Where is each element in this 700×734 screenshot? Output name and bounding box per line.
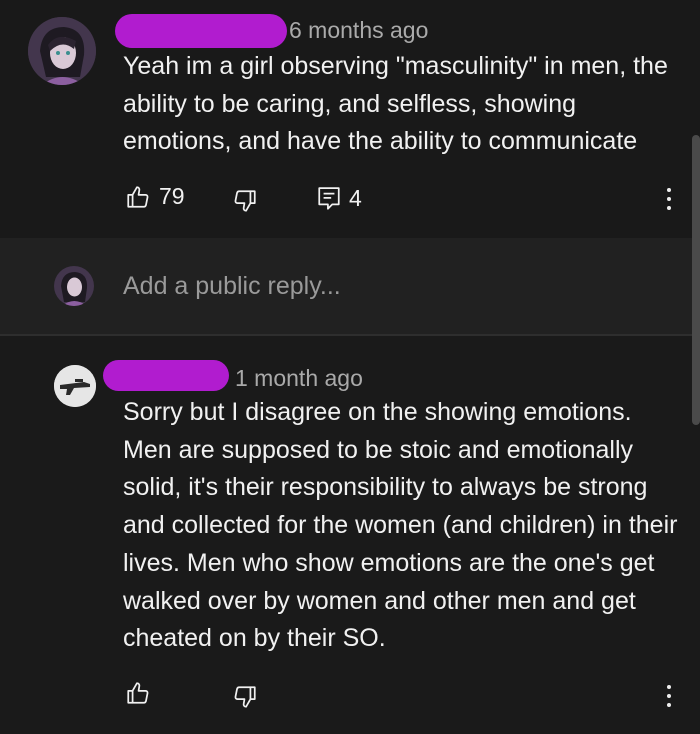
- thumbs-up-icon: [127, 185, 149, 208]
- more-options-button[interactable]: [664, 685, 674, 712]
- comment-timestamp: 1 month ago: [235, 365, 363, 391]
- scrollbar[interactable]: [692, 135, 700, 425]
- like-button[interactable]: [125, 680, 151, 706]
- comment-1: 6 months ago Yeah im a girl observing "m…: [0, 0, 700, 238]
- avatar[interactable]: [28, 17, 96, 85]
- thumbs-down-icon: [234, 190, 256, 212]
- reply-input[interactable]: Add a public reply...: [123, 272, 341, 301]
- comment-text: Yeah im a girl observing "masculinity" i…: [123, 52, 668, 156]
- thumbs-down-icon: [234, 686, 256, 708]
- comment-timestamp: 6 months ago: [289, 17, 429, 43]
- reply-count: 4: [349, 185, 362, 211]
- thumbs-up-icon: [127, 682, 149, 704]
- reply-count-button[interactable]: 4: [317, 185, 362, 212]
- comment-2: 1 month ago Sorry but I disagree on the …: [0, 336, 700, 734]
- dislike-button[interactable]: [232, 188, 258, 214]
- more-options-button[interactable]: [664, 188, 674, 215]
- more-vert-icon: [664, 685, 674, 707]
- username-redaction: [103, 360, 229, 391]
- username-redaction: [115, 14, 287, 48]
- like-count: 79: [159, 183, 185, 209]
- avatar[interactable]: [54, 365, 96, 407]
- comment-icon: [318, 186, 340, 210]
- dislike-button[interactable]: [232, 684, 258, 710]
- reply-bar: Add a public reply...: [0, 238, 700, 334]
- comment-text: Sorry but I disagree on the showing emot…: [123, 398, 678, 653]
- avatar: [54, 266, 94, 306]
- more-vert-icon: [664, 188, 674, 210]
- like-button[interactable]: 79: [125, 183, 185, 210]
